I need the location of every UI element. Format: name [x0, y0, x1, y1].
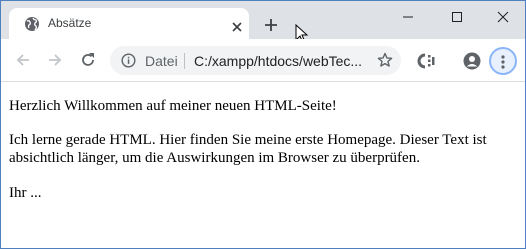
info-icon[interactable]	[121, 53, 136, 68]
arrow-right-icon[interactable]	[47, 52, 63, 68]
browser-toolbar: Datei C:/xampp/htdocs/webTec...	[1, 39, 525, 82]
address-bar[interactable]: Datei C:/xampp/htdocs/webTec...	[110, 46, 401, 75]
globe-icon	[24, 16, 40, 32]
kebab-menu-icon[interactable]	[489, 47, 517, 75]
browser-window: Absätze Datei C:/xampp/htdocs/webTec... …	[0, 0, 526, 249]
profile-icon[interactable]	[463, 52, 481, 70]
address-url[interactable]: C:/xampp/htdocs/webTec...	[194, 53, 364, 69]
tab-title: Absätze	[48, 16, 92, 30]
close-icon[interactable]	[495, 9, 511, 25]
minimize-icon[interactable]	[400, 9, 416, 25]
tab-close-icon[interactable]	[231, 18, 243, 32]
extension-icon[interactable]	[417, 52, 435, 70]
page-content: Herzlich Willkommen auf meiner neuen HTM…	[1, 82, 525, 248]
tab-strip: Absätze	[1, 1, 525, 44]
maximize-icon[interactable]	[449, 9, 465, 25]
new-tab-icon[interactable]	[263, 17, 279, 33]
address-scheme-label: Datei	[145, 53, 178, 69]
tab-absaetze[interactable]: Absätze	[9, 8, 249, 39]
paragraph-intro: Ich lerne gerade HTML. Hier finden Sie m…	[9, 132, 487, 166]
address-separator	[184, 53, 185, 69]
star-icon[interactable]	[377, 52, 393, 68]
arrow-left-icon[interactable]	[15, 52, 31, 68]
paragraph-welcome: Herzlich Willkommen auf meiner neuen HTM…	[9, 98, 337, 114]
reload-icon[interactable]	[80, 52, 96, 68]
paragraph-sign-off: Ihr ...	[9, 185, 42, 201]
